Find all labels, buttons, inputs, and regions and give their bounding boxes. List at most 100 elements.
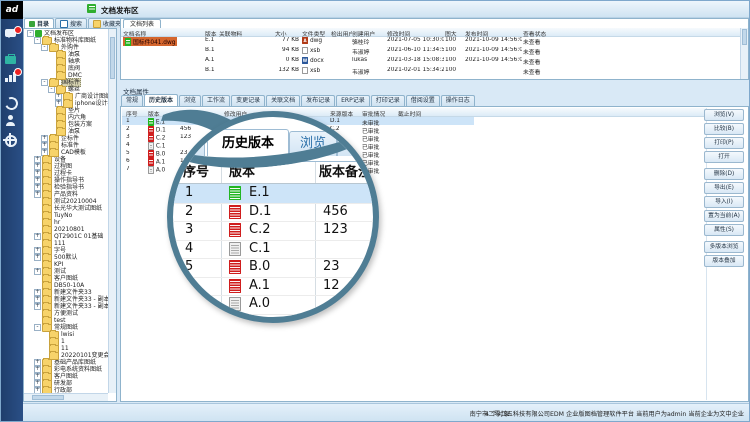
magnified-version-doc-icon [229,186,241,200]
props-tab-常规[interactable]: 常规 [121,95,143,106]
notification-badge [14,68,22,76]
sidebar-tab-搜索[interactable]: 搜索 [55,18,87,28]
tree-item-label: iphone设计模板 [75,100,108,107]
props-tab-操作日志[interactable]: 操作日志 [441,95,475,106]
briefcase-icon[interactable] [5,53,19,67]
props-tab-ERP记录[interactable]: ERP记录 [336,95,370,106]
action-button-2[interactable]: 比较(B) [704,123,744,135]
tree-item[interactable]: 1 [25,338,108,345]
expand-icon[interactable]: + [34,303,41,310]
page-title: 文档发布区 [101,5,139,16]
tree-item[interactable]: 轴承 [25,58,108,65]
tree-item[interactable]: +测试 [25,268,108,275]
tree-item[interactable]: +500默认 [25,254,108,261]
action-button-10[interactable]: 多版本浏览 [704,241,744,253]
tree-item[interactable]: 长光华大测试图纸 [25,205,108,212]
tree-item[interactable]: -国标件 [25,79,108,86]
tree-item-label: 字号 [54,247,66,254]
magnified-cell-no: 5 [185,258,193,277]
file-row[interactable]: 国标件041.dwgE.177 KBAdwg骆桂玲2021-07-05 10:3… [121,36,740,46]
action-button-column: 浏览(V) 比较(B) 打印(P) 打开删除(D) 导出(E) 导入(I) 置为当前(A) 属… [704,109,746,269]
expand-icon[interactable]: - [34,324,41,331]
tree-item[interactable]: -标准物料库图纸 [25,37,108,44]
tree-item[interactable]: +QT2901C 01基础 [25,233,108,240]
magnified-version-table: 序号版本版本备注1E.12D.14563C.21234C.15B.0236A.1… [173,161,373,317]
file-type: Adwg [302,37,330,44]
tree-item-label: lwisi [61,331,74,338]
cell-modify_time: 2021-03-18 15:08:37 [387,57,444,63]
cell-size: 94 KB [275,47,299,53]
tree-item[interactable]: 油泵 [25,51,108,58]
action-button-5[interactable]: 删除(D) [704,168,744,180]
chat-icon[interactable] [5,29,19,43]
file-doc-icon [125,38,131,46]
tree-item[interactable]: 内六角 [25,114,108,121]
tree-item-label: 设备 [54,156,66,163]
tree-item[interactable]: lwisi [25,331,108,338]
tree-item[interactable]: 油泵 [25,128,108,135]
tree-vertical-scrollbar[interactable] [108,29,116,393]
magnified-column-header: 版本备注 [319,162,371,183]
action-button-6[interactable]: 导出(E) [704,182,744,194]
magnified-version-row: 3C.2123 [173,221,373,241]
tree-item[interactable]: +企标件 [25,135,108,142]
chart-icon[interactable] [5,71,19,85]
action-button-11[interactable]: 版本叠加 [704,255,744,267]
tree-item[interactable]: 包装方案 [25,121,108,128]
tree-item[interactable]: +产品资料 [25,191,108,198]
search-icon [60,20,68,28]
tree-item[interactable]: 测试20210004 [25,198,108,205]
file-row[interactable]: 2025国标件0002.xsbB.1132 KBxsb韦淑婷2021-02-01… [121,66,740,76]
action-button-8[interactable]: 置为当前(A) [704,210,744,222]
tree-item-label: 垫片 [68,107,80,114]
cell-big: 100 [445,37,463,43]
tree-item[interactable]: 底阀 [25,65,108,72]
action-button-9[interactable]: 属性(S) [704,224,744,236]
props-tab-打印记录[interactable]: 打印记录 [371,95,405,106]
tree-item[interactable]: -外购件 [25,44,108,51]
gear-icon[interactable] [5,135,19,149]
props-tab-借阅设置[interactable]: 借阅设置 [406,95,440,106]
action-button-4[interactable]: 打开 [704,151,744,163]
tree-item[interactable]: +iphone设计模板 [25,100,108,107]
tree-item[interactable]: TuyNo [25,212,108,219]
expand-icon[interactable]: - [27,30,34,37]
cell-version: A.1 [205,57,219,63]
file-row[interactable]: Word016.docxA.10 KBWdocxlukas2021-03-18 … [121,56,740,66]
tree-item[interactable]: 方便测试 [25,310,108,317]
tree-item[interactable]: -常规图纸 [25,324,108,331]
magnifier-bubble: 常规 历史版本 浏览 工作流 序号版本版本备注1E.12D.14563C.212… [167,111,379,323]
sidebar-tab-目录[interactable]: 目录 [24,18,54,28]
tree-item[interactable]: 垫片 [25,107,108,114]
expand-icon[interactable]: - [34,37,41,44]
expand-icon[interactable]: + [34,268,41,275]
tree-item-label: 内六角 [68,114,86,121]
sync-icon[interactable] [5,97,19,111]
magnified-version-doc-icon [229,205,241,219]
tree-item[interactable]: hr [25,219,108,226]
file-row[interactable]: 国标件015.xsbB.194 KBxsb韦淑婷2021-06-10 11:34… [121,46,740,56]
xsb-icon [302,47,308,54]
tree-item-label: 方便测试 [54,310,78,317]
expand-icon[interactable]: + [34,254,41,261]
users-icon[interactable] [5,115,19,129]
file-list-scrollbar[interactable] [740,28,748,79]
magnified-version-row: 1E.1 [173,184,373,204]
tree-item[interactable]: +新建文件夹33 - 副本 - 副本 [25,303,108,310]
expand-icon[interactable]: - [41,79,48,86]
tree-item-label: 广商设计图纸 [75,93,108,100]
expand-icon[interactable]: + [34,233,41,240]
action-button-1[interactable]: 浏览(V) [704,109,744,121]
action-button-3[interactable]: 打印(P) [704,137,744,149]
tree-item[interactable]: +标准件 [25,142,108,149]
tree-horizontal-scrollbar[interactable] [24,393,108,401]
file-type: Wdocx [302,57,330,64]
tree-item[interactable]: 客户图纸 [25,275,108,282]
magnified-cell-note: 456 [323,203,348,222]
expand-icon[interactable]: - [41,44,48,51]
expand-icon[interactable]: + [34,191,41,198]
tree-item[interactable]: 11 [25,345,108,352]
props-tab-发布记录[interactable]: 发布记录 [301,95,335,106]
expand-icon[interactable]: - [48,86,55,93]
action-button-7[interactable]: 导入(I) [704,196,744,208]
